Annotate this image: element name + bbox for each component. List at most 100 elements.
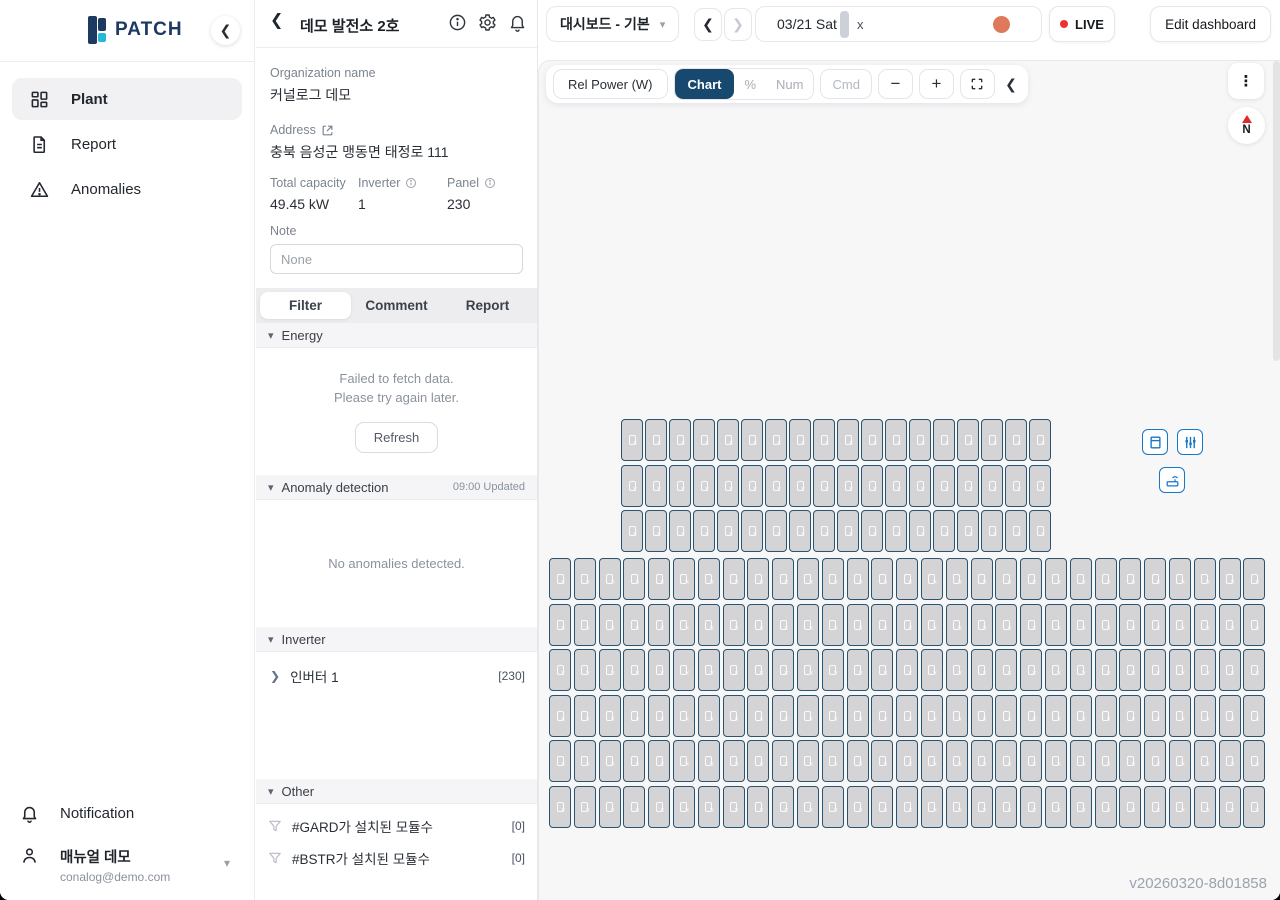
solar-panel[interactable] [933,510,955,552]
solar-panel[interactable] [896,558,918,600]
solar-panel[interactable] [693,510,715,552]
solar-panel[interactable] [623,558,645,600]
solar-panel[interactable] [847,649,869,691]
solar-panel[interactable] [1243,695,1265,737]
vertical-scrollbar[interactable] [1273,61,1280,361]
solar-panel[interactable] [861,419,883,461]
solar-panel[interactable] [1194,604,1216,646]
more-options-button[interactable]: ⋮ [1228,63,1264,99]
solar-panel[interactable] [623,740,645,782]
solar-panel[interactable] [971,558,993,600]
solar-panel[interactable] [957,465,979,507]
solar-panel[interactable] [645,510,667,552]
solar-panel[interactable] [957,510,979,552]
solar-panel[interactable] [599,604,621,646]
solar-panel[interactable] [822,695,844,737]
solar-panel[interactable] [837,419,859,461]
solar-panel[interactable] [648,604,670,646]
back-button[interactable]: ❮ [270,13,283,29]
junction-box-icon[interactable] [1142,429,1168,455]
solar-panel[interactable] [623,786,645,828]
solar-panel[interactable] [847,558,869,600]
solar-panel[interactable] [995,786,1017,828]
solar-panel[interactable] [698,740,720,782]
solar-panel[interactable] [797,604,819,646]
solar-panel[interactable] [549,649,571,691]
solar-panel[interactable] [1005,419,1027,461]
solar-panel[interactable] [621,510,643,552]
tab-comment[interactable]: Comment [351,292,442,319]
solar-panel[interactable] [1095,695,1117,737]
solar-panel[interactable] [673,604,695,646]
mode-chart[interactable]: Chart [675,69,735,99]
solar-panel[interactable] [693,465,715,507]
solar-panel[interactable] [822,649,844,691]
solar-panel[interactable] [673,740,695,782]
solar-panel[interactable] [971,786,993,828]
solar-panel[interactable] [1144,649,1166,691]
user-menu[interactable]: 매뉴얼 데모 conalog@demo.com ▾ [20,846,234,884]
tab-filter[interactable]: Filter [260,292,351,319]
solar-panel[interactable] [789,419,811,461]
sidebar-item-plant[interactable]: Plant [12,78,242,120]
solar-panel[interactable] [747,695,769,737]
solar-panel[interactable] [717,465,739,507]
solar-panel[interactable] [1243,558,1265,600]
solar-panel[interactable] [909,419,931,461]
solar-panel[interactable] [645,465,667,507]
solar-panel[interactable] [1070,649,1092,691]
metric-select-button[interactable]: Rel Power (W) [553,69,668,99]
solar-panel[interactable] [673,558,695,600]
solar-panel[interactable] [797,786,819,828]
solar-panel[interactable] [1243,649,1265,691]
solar-panel[interactable] [765,419,787,461]
solar-panel[interactable] [797,695,819,737]
solar-panel[interactable] [871,649,893,691]
mode-num[interactable]: Num [766,69,813,99]
solar-panel[interactable] [1169,604,1191,646]
solar-panel[interactable] [549,558,571,600]
solar-panel[interactable] [789,510,811,552]
solar-panel[interactable] [921,604,943,646]
solar-panel[interactable] [772,695,794,737]
solar-panel[interactable] [772,604,794,646]
solar-panel[interactable] [946,786,968,828]
inverter-row[interactable]: ❯ 인버터 1 [230] [256,660,537,692]
solar-panel[interactable] [813,419,835,461]
solar-panel[interactable] [599,695,621,737]
zoom-out-button[interactable]: − [878,69,913,99]
solar-panel[interactable] [946,740,968,782]
solar-panel[interactable] [1020,604,1042,646]
combiner-sliders-icon[interactable] [1177,429,1203,455]
date-prev-button[interactable]: ❮ [694,8,722,41]
solar-panel[interactable] [648,740,670,782]
solar-panel[interactable] [723,558,745,600]
solar-panel[interactable] [1045,695,1067,737]
solar-panel[interactable] [1169,786,1191,828]
solar-panel[interactable] [813,465,835,507]
solar-panel[interactable] [1119,604,1141,646]
solar-panel[interactable] [765,510,787,552]
solar-panel[interactable] [1070,558,1092,600]
solar-panel[interactable] [717,419,739,461]
solar-panel[interactable] [698,786,720,828]
solar-panel[interactable] [861,465,883,507]
info-icon[interactable] [484,177,496,189]
solar-panel[interactable] [599,786,621,828]
solar-panel[interactable] [946,604,968,646]
solar-panel[interactable] [648,695,670,737]
solar-panel[interactable] [896,604,918,646]
note-input[interactable] [270,244,523,274]
solar-panel[interactable] [1219,558,1241,600]
zoom-in-button[interactable]: + [919,69,954,99]
solar-panel[interactable] [871,786,893,828]
solar-panel[interactable] [909,465,931,507]
solar-panel[interactable] [1095,649,1117,691]
solar-panel[interactable] [1219,740,1241,782]
solar-panel[interactable] [599,740,621,782]
solar-panel[interactable] [723,786,745,828]
solar-panel[interactable] [1045,558,1067,600]
solar-panel[interactable] [648,558,670,600]
solar-panel[interactable] [698,604,720,646]
sidebar-item-report[interactable]: Report [12,123,242,165]
